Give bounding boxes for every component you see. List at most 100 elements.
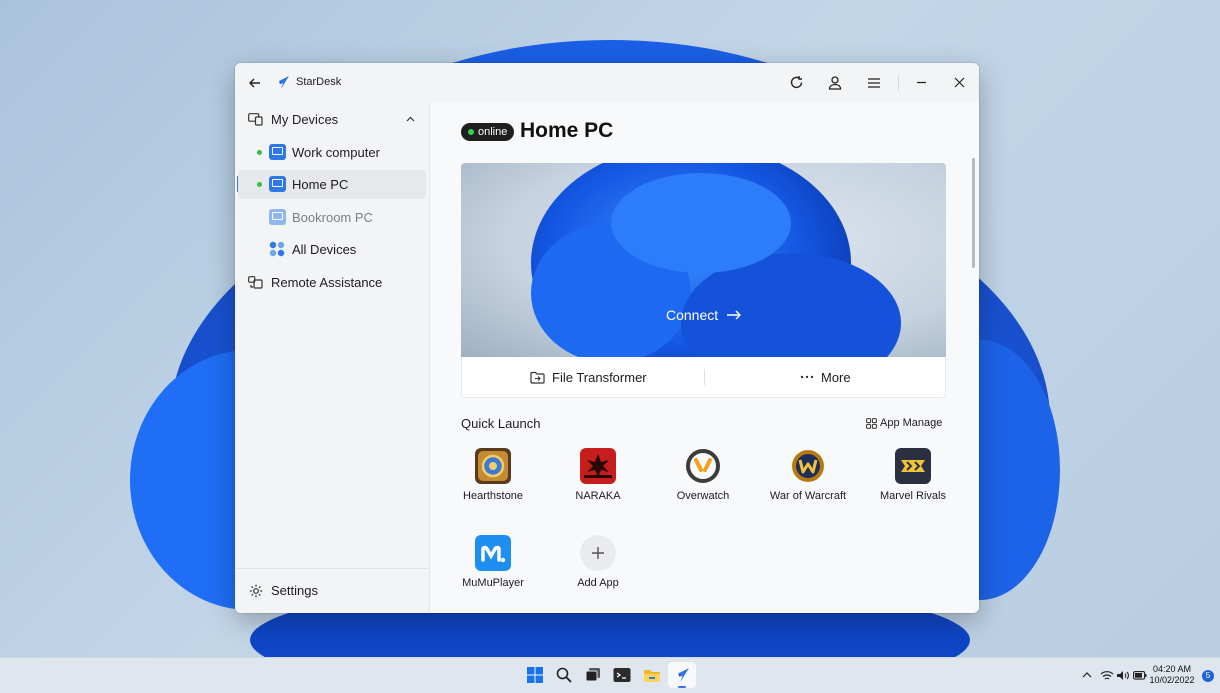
- app-tile-naraka[interactable]: NARAKA: [558, 448, 638, 503]
- sidebar-item-label: My Devices: [271, 112, 339, 127]
- arrow-left-icon: [249, 78, 260, 87]
- stardesk-logo-icon: [279, 76, 289, 89]
- plus-icon: [580, 535, 616, 571]
- scrollbar-thumb[interactable]: [972, 158, 975, 268]
- more-button[interactable]: More: [800, 357, 851, 397]
- app-manage-button[interactable]: App Manage: [866, 417, 942, 429]
- sidebar-item-label: Settings: [271, 583, 318, 598]
- app-tile-mumuplayer[interactable]: MuMuPlayer: [453, 535, 533, 590]
- close-button[interactable]: [940, 63, 978, 102]
- refresh-icon: [790, 76, 802, 89]
- notification-badge[interactable]: 5: [1202, 670, 1214, 682]
- account-button[interactable]: [816, 63, 854, 102]
- speaker-icon: [1117, 670, 1129, 680]
- stardesk-window: StarDesk My Devices Work computer Home P…: [235, 63, 979, 613]
- app-label: MuMuPlayer: [462, 577, 524, 589]
- sidebar-item-label: Work computer: [292, 145, 380, 160]
- file-transformer-button[interactable]: File Transformer: [530, 357, 647, 397]
- task-view-icon: [585, 668, 600, 682]
- task-view-button[interactable]: [582, 664, 604, 686]
- action-divider: [704, 369, 705, 385]
- terminal-icon: [613, 668, 631, 682]
- sidebar-item-all-devices[interactable]: All Devices: [238, 235, 426, 264]
- more-label: More: [821, 369, 851, 385]
- taskbar: 04:20 AM 10/02/2022 5: [0, 657, 1220, 693]
- minimize-button[interactable]: [902, 63, 940, 102]
- more-dots-icon: [800, 375, 814, 379]
- clock-button[interactable]: 04:20 AM 10/02/2022: [1148, 664, 1196, 686]
- app-label: Add App: [577, 577, 619, 589]
- marvel-rivals-icon: [895, 448, 931, 484]
- device-detail-panel: online Home PC Connect File Transformer …: [430, 102, 979, 613]
- app-grid-icon: [866, 417, 877, 429]
- sidebar-item-settings[interactable]: Settings: [238, 576, 426, 605]
- sidebar-item-label: Remote Assistance: [271, 275, 383, 290]
- hearthstone-icon: [475, 448, 511, 484]
- taskbar-search-button[interactable]: [553, 664, 575, 686]
- close-icon: [954, 77, 964, 88]
- quick-launch-title: Quick Launch: [461, 416, 541, 431]
- app-label: NARAKA: [575, 490, 621, 502]
- sidebar-item-my-devices[interactable]: My Devices: [238, 105, 426, 134]
- running-indicator: [678, 686, 686, 688]
- page-title: Home PC: [520, 119, 614, 142]
- sidebar-item-home-pc[interactable]: Home PC: [238, 170, 426, 199]
- sidebar-item-label: All Devices: [292, 242, 357, 257]
- connect-button[interactable]: Connect: [666, 307, 742, 323]
- refresh-button[interactable]: [777, 63, 815, 102]
- app-manage-label: App Manage: [880, 417, 943, 429]
- chevron-up-icon: [406, 116, 415, 122]
- connect-label: Connect: [666, 307, 719, 323]
- app-label: War of Warcraft: [769, 490, 847, 502]
- sidebar-divider: [235, 568, 429, 569]
- titlebar-divider: [898, 75, 899, 91]
- stardesk-taskbar-button[interactable]: [668, 662, 696, 688]
- remote-assistance-icon: [248, 276, 263, 289]
- devices-icon: [248, 113, 263, 126]
- online-status-dot: [257, 150, 262, 155]
- remote-desktop-thumbnail: [531, 163, 901, 357]
- clock-time: 04:20 AM: [1152, 664, 1192, 674]
- start-button[interactable]: [524, 664, 546, 686]
- mumuplayer-icon: [475, 535, 511, 571]
- status-badge: online: [461, 123, 515, 141]
- clock-date: 10/02/2022: [1149, 675, 1195, 685]
- minimize-icon: [916, 81, 926, 84]
- sidebar: My Devices Work computer Home PC Bookroo…: [235, 102, 430, 613]
- terminal-taskbar-button[interactable]: [611, 664, 633, 686]
- title-bar: StarDesk: [235, 63, 979, 102]
- device-preview[interactable]: Connect: [461, 163, 946, 357]
- menu-button[interactable]: [855, 63, 893, 102]
- gear-icon: [249, 584, 263, 598]
- windows-logo-icon: [527, 667, 543, 683]
- app-tile-hearthstone[interactable]: Hearthstone: [453, 448, 533, 503]
- file-transformer-label: File Transformer: [552, 369, 647, 385]
- app-tile-marvel-rivals[interactable]: Marvel Rivals: [873, 448, 953, 503]
- hamburger-menu-icon: [868, 77, 880, 88]
- computer-icon: [269, 144, 286, 160]
- device-action-bar: File Transformer More: [461, 357, 946, 398]
- arrow-right-icon: [727, 310, 742, 320]
- sidebar-item-bookroom-pc[interactable]: Bookroom PC: [238, 203, 426, 232]
- folder-icon: [644, 669, 660, 682]
- user-icon: [828, 76, 842, 90]
- sidebar-item-label: Bookroom PC: [292, 210, 373, 225]
- back-button[interactable]: [236, 63, 274, 102]
- overwatch-icon: [685, 448, 721, 484]
- app-tile-overwatch[interactable]: Overwatch: [663, 448, 743, 503]
- show-hidden-icons-button[interactable]: [1076, 664, 1098, 686]
- add-app-button[interactable]: Add App: [558, 535, 638, 590]
- folder-transfer-icon: [530, 371, 545, 384]
- file-explorer-taskbar-button[interactable]: [641, 664, 663, 686]
- app-label: Marvel Rivals: [879, 490, 946, 502]
- app-title: StarDesk: [296, 76, 342, 88]
- computer-icon: [269, 209, 286, 225]
- sidebar-item-remote-assistance[interactable]: Remote Assistance: [238, 268, 426, 297]
- app-label: Overwatch: [676, 490, 730, 502]
- app-label: Hearthstone: [463, 490, 523, 502]
- sidebar-item-work-computer[interactable]: Work computer: [238, 138, 426, 167]
- sidebar-item-label: Home PC: [292, 177, 349, 192]
- computer-icon: [269, 176, 286, 192]
- online-status-dot: [257, 182, 262, 187]
- app-tile-war-of-warcraft[interactable]: War of Warcraft: [768, 448, 848, 503]
